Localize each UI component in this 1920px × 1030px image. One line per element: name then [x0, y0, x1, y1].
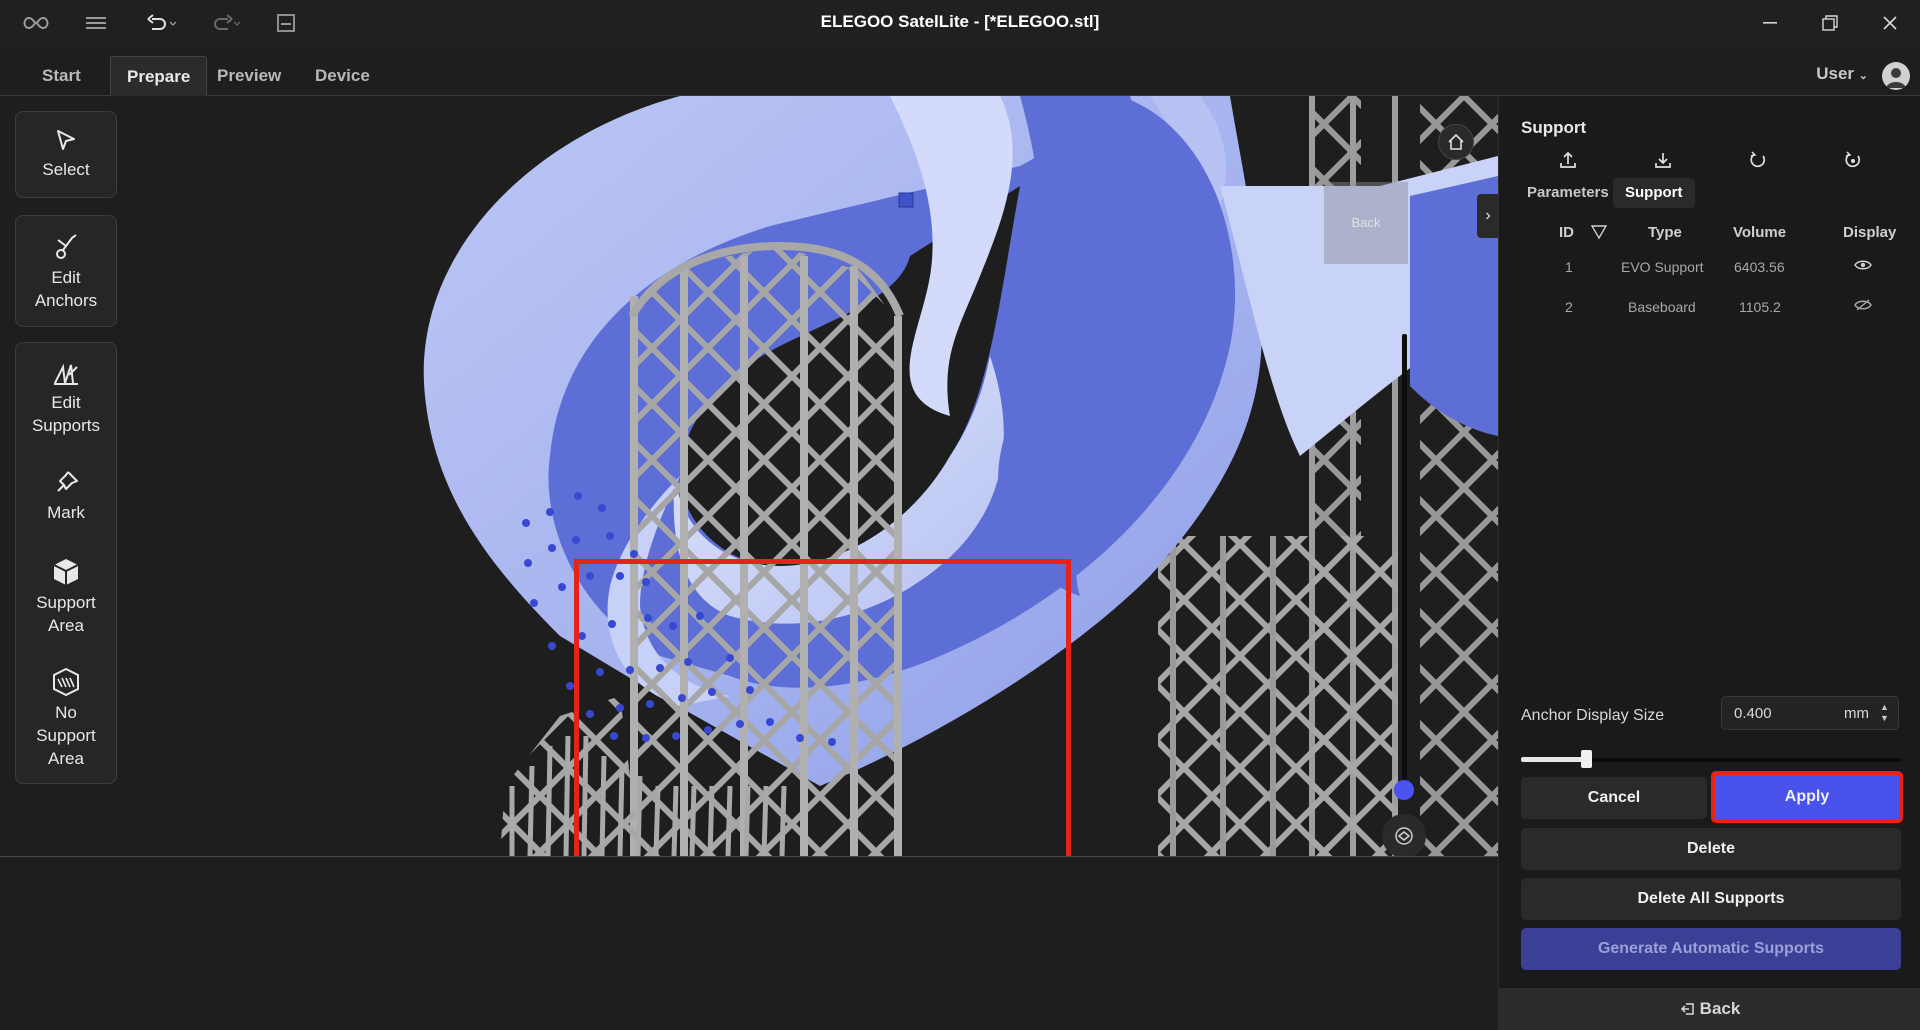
eye-off-icon[interactable] — [1854, 298, 1876, 314]
layer-view-button[interactable] — [1382, 814, 1426, 856]
window-title: ELEGOO SatelLite - [*ELEGOO.stl] — [820, 12, 1100, 31]
mark-button[interactable]: Mark — [16, 469, 116, 524]
filter-icon[interactable] — [1590, 224, 1608, 245]
user-label: User — [1816, 64, 1855, 83]
no-support-area-label: No Support Area — [36, 703, 96, 768]
anchor-display-size-input[interactable]: 0.400 mm ▲ ▼ — [1721, 696, 1899, 730]
delete-button[interactable]: Delete — [1521, 828, 1901, 870]
tab-preview[interactable]: Preview — [201, 56, 297, 96]
panel-collapse-button[interactable]: › — [1477, 194, 1498, 238]
support-area-label: Support Area — [36, 593, 96, 635]
generate-supports-button[interactable]: Generate Automatic Supports — [1521, 928, 1901, 970]
layer-slider-thumb[interactable] — [1394, 780, 1414, 800]
anchor-tool-group: Edit Anchors — [15, 215, 117, 327]
anchor-size-slider-thumb[interactable] — [1581, 750, 1592, 768]
minimize-icon[interactable] — [1750, 8, 1790, 38]
chevron-right-icon: › — [1485, 207, 1491, 224]
edit-anchors-button[interactable]: Edit Anchors — [16, 232, 116, 312]
restore-icon[interactable] — [1810, 8, 1850, 38]
row-volume: 6403.56 — [1734, 259, 1785, 275]
row-type: Baseboard — [1628, 299, 1696, 315]
3d-viewport[interactable]: Back › — [120, 96, 1498, 856]
cube-icon — [53, 559, 79, 585]
select-tool-group: Select — [15, 111, 117, 198]
rotate-icon[interactable] — [1744, 146, 1772, 174]
view-cube-back[interactable]: Back — [1324, 182, 1408, 264]
panel-back-button[interactable]: Back — [1499, 988, 1920, 1030]
select-tool-button[interactable]: Select — [16, 128, 116, 181]
home-icon — [1448, 133, 1464, 150]
column-header-type: Type — [1648, 224, 1682, 241]
chevron-down-icon: ⌄ — [1858, 70, 1868, 82]
support-panel: Support Parameters Support ID Type Volum… — [1498, 96, 1920, 1030]
edit-anchor-icon — [56, 234, 77, 259]
row-volume: 1105.2 — [1739, 299, 1781, 315]
highlight-box — [574, 559, 1071, 856]
apply-button[interactable]: Apply — [1711, 771, 1903, 823]
home-view-button[interactable] — [1438, 124, 1474, 160]
close-icon[interactable] — [1870, 8, 1910, 38]
import-icon[interactable] — [1649, 146, 1677, 174]
support-icon — [54, 363, 78, 385]
no-support-area-button[interactable]: No Support Area — [16, 667, 116, 770]
layers-icon — [1395, 827, 1413, 845]
spinner-icon[interactable]: ▲ ▼ — [1880, 702, 1889, 724]
user-menu[interactable]: User ⌄ — [1816, 64, 1868, 84]
column-header-volume: Volume — [1733, 224, 1787, 241]
panel-back-label: Back — [1699, 999, 1741, 1018]
edit-supports-button[interactable]: Edit Supports — [16, 359, 116, 437]
mark-label: Mark — [47, 503, 85, 522]
anchor-size-unit: mm — [1844, 705, 1869, 722]
eye-icon[interactable] — [1854, 258, 1876, 274]
subtab-support[interactable]: Support — [1613, 178, 1695, 208]
main-tab-bar: Start Prepare Preview Device — [0, 56, 1920, 96]
anchor-display-size-label: Anchor Display Size — [1521, 707, 1665, 724]
panel-title: Support — [1521, 118, 1587, 137]
column-header-display: Display — [1843, 224, 1897, 241]
bottom-status-area — [0, 856, 1498, 1030]
row-id: 1 — [1565, 259, 1573, 275]
title-bar: ELEGOO SatelLite - [*ELEGOO.stl] — [0, 0, 1920, 46]
cursor-icon — [57, 130, 75, 150]
delete-all-supports-button[interactable]: Delete All Supports — [1521, 878, 1901, 920]
export-icon[interactable] — [1554, 146, 1582, 174]
subtab-parameters[interactable]: Parameters — [1527, 178, 1609, 208]
anchor-size-slider-fill — [1521, 757, 1585, 762]
edit-supports-label: Edit Supports — [31, 393, 101, 435]
select-tool-label: Select — [42, 160, 90, 179]
edit-anchors-label: Edit Anchors — [34, 268, 98, 310]
column-header-id: ID — [1559, 224, 1574, 241]
no-support-icon — [53, 667, 79, 697]
row-type: EVO Support — [1621, 259, 1704, 275]
anchor-size-value: 0.400 — [1734, 705, 1772, 722]
tab-prepare[interactable]: Prepare — [110, 56, 208, 96]
pin-icon — [57, 471, 78, 492]
support-tool-group: Edit Supports Mark Support Area No Suppo… — [15, 342, 117, 784]
support-area-button[interactable]: Support Area — [16, 557, 116, 637]
tab-start[interactable]: Start — [26, 56, 97, 96]
back-icon — [1680, 1003, 1694, 1015]
avatar[interactable] — [1882, 62, 1910, 90]
reset-icon[interactable] — [1839, 146, 1867, 174]
cancel-button[interactable]: Cancel — [1521, 777, 1707, 819]
tab-device[interactable]: Device — [299, 56, 386, 96]
layer-slider-track[interactable] — [1402, 334, 1407, 794]
row-id: 2 — [1565, 299, 1573, 315]
